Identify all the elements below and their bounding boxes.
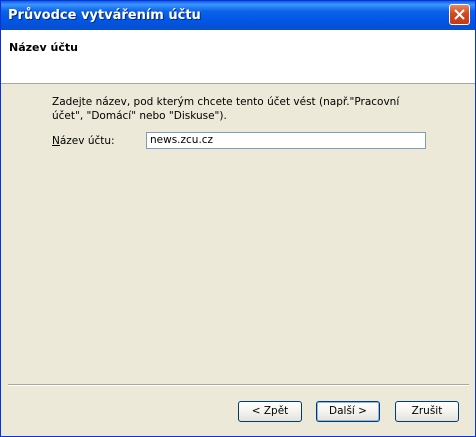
divider	[8, 384, 469, 386]
page-title: Název účtu	[9, 41, 78, 54]
account-name-label: Název účtu:	[52, 135, 115, 147]
wizard-header: Název účtu	[1, 30, 475, 84]
window-title: Průvodce vytvářením účtu	[8, 8, 201, 23]
account-name-label-text: ázev účtu:	[59, 135, 115, 147]
close-icon	[454, 9, 465, 20]
title-bar[interactable]: Průvodce vytvářením účtu	[1, 1, 475, 30]
cancel-button[interactable]: Zrušit	[395, 401, 459, 422]
account-name-label-accesskey: N	[52, 135, 60, 147]
next-button[interactable]: Další >	[316, 401, 380, 422]
wizard-content: Zadejte název, pod kterým chcete tento ú…	[1, 84, 475, 384]
close-button[interactable]	[449, 4, 470, 25]
description-text: Zadejte název, pod kterým chcete tento ú…	[52, 96, 400, 122]
account-name-input[interactable]: news.zcu.cz	[146, 132, 426, 149]
back-button[interactable]: < Zpět	[238, 401, 302, 422]
wizard-window: Průvodce vytvářením účtu Název účtu Zade…	[0, 0, 476, 437]
